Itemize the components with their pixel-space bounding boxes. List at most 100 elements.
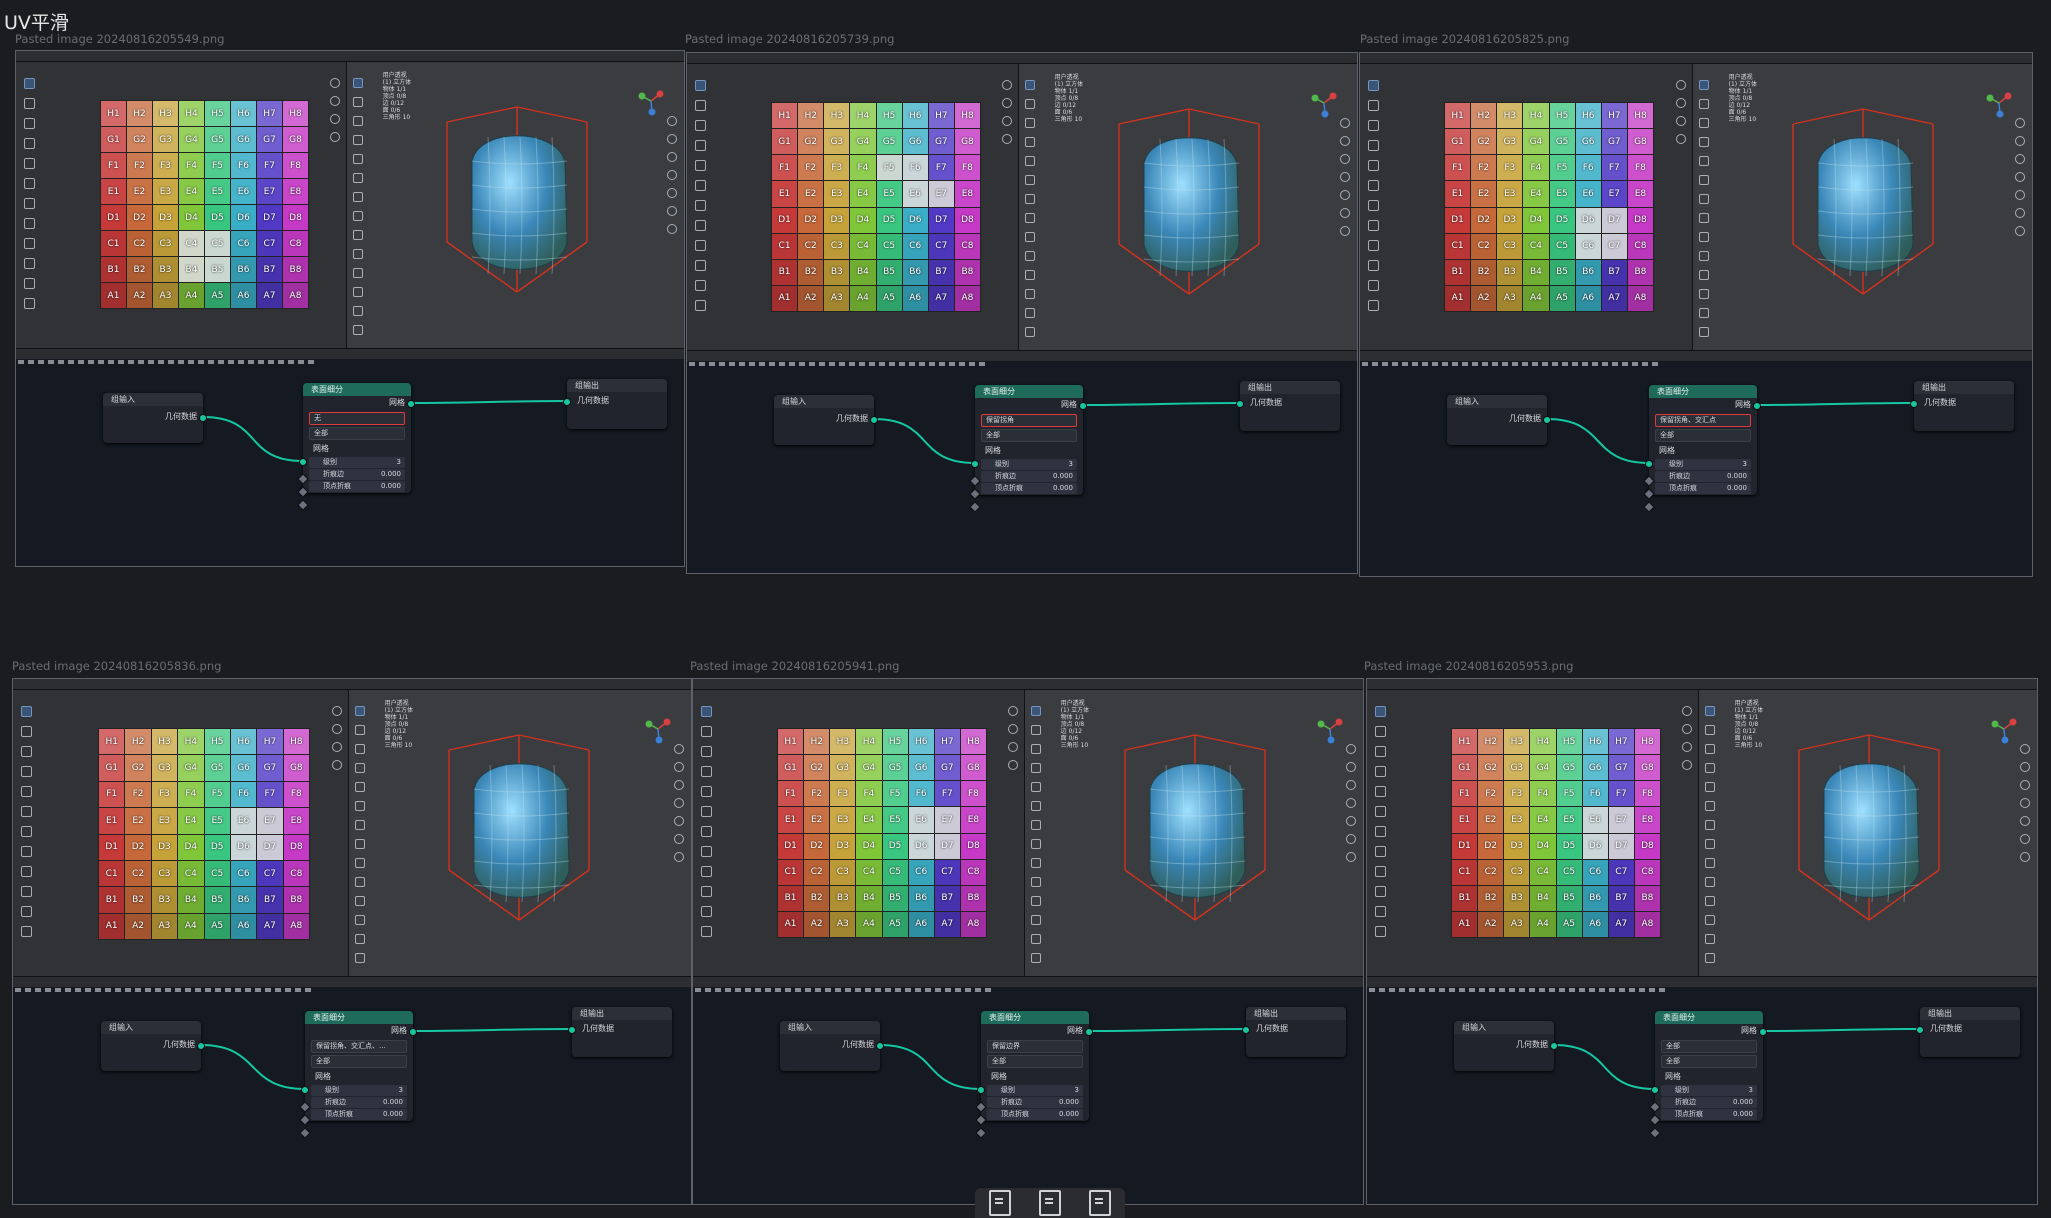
search-file-icon[interactable] xyxy=(1089,1190,1111,1216)
node-title: 组输出 xyxy=(567,379,667,392)
link-geometry-to-mesh xyxy=(879,1044,982,1090)
node-title: 表面细分 xyxy=(305,1011,413,1024)
geometry-socket[interactable] xyxy=(1242,1026,1250,1034)
group-output-node[interactable]: 组输出 几何数据 xyxy=(1242,1007,1346,1057)
mesh-input-socket[interactable] xyxy=(977,1086,985,1094)
vertex-value: 0.000 xyxy=(1058,1110,1079,1118)
mesh-output-socket[interactable] xyxy=(1753,402,1761,410)
group-input-node[interactable]: 组输入 几何数据 xyxy=(103,393,207,443)
geometry-socket[interactable] xyxy=(1910,400,1918,408)
mesh-output-socket[interactable] xyxy=(1079,402,1087,410)
subdivision-surface-node[interactable]: 表面细分 网格 保留拐角 全部 网格 级别 3 折痕边 0.000 顶点折痕 0.000 xyxy=(969,385,1087,513)
node-title: 组输出 xyxy=(1914,381,2014,394)
uv-smooth-dropdown[interactable]: 保留拐角、交汇点、... xyxy=(311,1040,407,1053)
subdivision-surface-node[interactable]: 表面细分 网格无全部 网格 级别 3 折痕边 0.000 顶点折痕 0.000 xyxy=(297,383,415,511)
boundary-smooth-dropdown[interactable]: 全部 xyxy=(1661,1055,1757,1068)
boundary-smooth-dropdown[interactable]: 全部 xyxy=(309,427,405,440)
vertex-field[interactable]: 顶点折痕 0.000 xyxy=(311,1109,407,1120)
vertex-value: 0.000 xyxy=(380,482,401,490)
level-field[interactable]: 级别 3 xyxy=(987,1085,1083,1096)
group-input-node[interactable]: 组输入 几何数据 xyxy=(1454,1021,1558,1071)
node-title: 表面细分 xyxy=(1649,385,1757,398)
vertex-label: 顶点折痕 xyxy=(1001,1110,1029,1118)
link-mesh-to-output xyxy=(412,1028,573,1032)
node-links xyxy=(1553,1028,1921,1090)
new-file-icon[interactable] xyxy=(989,1190,1011,1216)
geometry-socket[interactable] xyxy=(876,1042,884,1050)
node-title: 表面细分 xyxy=(303,383,411,396)
mesh-output-socket[interactable] xyxy=(1759,1028,1767,1036)
group-input-node[interactable]: 组输入 几何数据 xyxy=(780,1021,884,1071)
edge-field[interactable]: 折痕边 0.000 xyxy=(1661,1097,1757,1108)
mesh-input-socket[interactable] xyxy=(1651,1086,1659,1094)
geometry-socket[interactable] xyxy=(568,1026,576,1034)
blender-screenshot: H1 H2 H3 H4 H5 H6 H7 H8 G1 G2 G3 G4 G5 G6 G7 G8 F1 F2 F3 F4… xyxy=(15,50,685,567)
group-output-node[interactable]: 组输出 几何数据 xyxy=(1916,1007,2020,1057)
uv-smooth-dropdown[interactable]: 全部 xyxy=(1661,1040,1757,1053)
uv-smooth-dropdown[interactable]: 保留拐角 xyxy=(981,414,1077,427)
level-value: 3 xyxy=(396,458,401,466)
group-output-node[interactable]: 组输出 几何数据 xyxy=(568,1007,672,1057)
mesh-input-socket[interactable] xyxy=(1645,460,1653,468)
geometry-output-label: 几何数据 xyxy=(165,412,197,421)
edge-field[interactable]: 折痕边 0.000 xyxy=(1655,471,1751,482)
level-label: 级别 xyxy=(1675,1086,1689,1094)
edge-field[interactable]: 折痕边 0.000 xyxy=(311,1097,407,1108)
group-output-node[interactable]: 组输出 几何数据 xyxy=(1236,381,1340,431)
boundary-smooth-dropdown[interactable]: 全部 xyxy=(981,429,1077,442)
geometry-input-label: 几何数据 xyxy=(1930,1024,1962,1033)
page-title: UV平滑 xyxy=(4,12,69,34)
group-output-node[interactable]: 组输出 几何数据 xyxy=(1910,381,2014,431)
mesh-output-socket[interactable] xyxy=(1085,1028,1093,1036)
level-field[interactable]: 级别 3 xyxy=(981,459,1077,470)
vertex-field[interactable]: 顶点折痕 0.000 xyxy=(981,483,1077,494)
level-field[interactable]: 级别 3 xyxy=(1661,1085,1757,1096)
file-actions-bar xyxy=(975,1188,1125,1218)
group-output-node[interactable]: 组输出 几何数据 xyxy=(563,379,667,429)
vertex-field[interactable]: 顶点折痕 0.000 xyxy=(309,481,405,492)
level-field[interactable]: 级别 3 xyxy=(309,457,405,468)
geometry-socket[interactable] xyxy=(563,398,571,406)
vertex-field[interactable]: 顶点折痕 0.000 xyxy=(987,1109,1083,1120)
level-field[interactable]: 级别 3 xyxy=(311,1085,407,1096)
mesh-input-socket[interactable] xyxy=(971,460,979,468)
geometry-socket[interactable] xyxy=(1236,400,1244,408)
subdivision-surface-node[interactable]: 表面细分 网格 全部 全部 网格 级别 3 折痕边 0.000 顶点折痕 0.000 xyxy=(1649,1011,1767,1139)
edge-field[interactable]: 折痕边 0.000 xyxy=(309,469,405,480)
edge-field[interactable]: 折痕边 0.000 xyxy=(981,471,1077,482)
edge-value: 0.000 xyxy=(1732,1098,1753,1106)
document-icon[interactable] xyxy=(1039,1190,1061,1216)
subdivision-surface-node[interactable]: 表面细分 网格 保留拐角、交汇点、... 全部 网格 级别 3 折痕边 0.000 顶点折痕 0.0… xyxy=(299,1011,417,1139)
uv-smooth-dropdown[interactable]: 保留边界 xyxy=(987,1040,1083,1053)
mesh-output-label: 网格 xyxy=(1061,400,1077,409)
group-input-node[interactable]: 组输入 几何数据 xyxy=(774,395,878,445)
geometry-socket[interactable] xyxy=(870,416,878,424)
uv-smooth-dropdown[interactable]: 无 xyxy=(309,412,405,425)
image-caption: Pasted image 20240816205953.png xyxy=(1364,659,1574,673)
group-input-node[interactable]: 组输入 几何数据 xyxy=(101,1021,205,1071)
edge-value: 0.000 xyxy=(1726,472,1747,480)
edge-field[interactable]: 折痕边 0.000 xyxy=(987,1097,1083,1108)
geometry-socket[interactable] xyxy=(199,414,207,422)
mesh-output-socket[interactable] xyxy=(409,1028,417,1036)
boundary-smooth-dropdown[interactable]: 全部 xyxy=(311,1055,407,1068)
subdivision-surface-node[interactable]: 表面细分 网格 保留拐角、交汇点 全部 网格 级别 3 折痕边 0.000 顶点折痕 0.000 xyxy=(1643,385,1761,513)
mesh-input-socket[interactable] xyxy=(299,458,307,466)
group-input-node[interactable]: 组输入 几何数据 xyxy=(1447,395,1551,445)
mesh-input-label: 网格 xyxy=(991,1072,1007,1081)
mesh-output-socket[interactable] xyxy=(407,400,415,408)
vertex-field[interactable]: 顶点折痕 0.000 xyxy=(1661,1109,1757,1120)
vertex-field[interactable]: 顶点折痕 0.000 xyxy=(1655,483,1751,494)
subdivision-surface-node[interactable]: 表面细分 网格 保留边界 全部 网格 级别 3 折痕边 0.000 顶点折痕 0.000 xyxy=(975,1011,1093,1139)
geometry-socket[interactable] xyxy=(1550,1042,1558,1050)
level-field[interactable]: 级别 3 xyxy=(1655,459,1751,470)
geometry-input-label: 几何数据 xyxy=(582,1024,614,1033)
uv-smooth-dropdown[interactable]: 保留拐角、交汇点 xyxy=(1655,414,1751,427)
boundary-smooth-dropdown[interactable]: 全部 xyxy=(1655,429,1751,442)
geometry-socket[interactable] xyxy=(1916,1026,1924,1034)
geometry-socket[interactable] xyxy=(197,1042,205,1050)
node-title: 组输入 xyxy=(774,395,874,408)
geometry-socket[interactable] xyxy=(1543,416,1551,424)
mesh-input-socket[interactable] xyxy=(301,1086,309,1094)
boundary-smooth-dropdown[interactable]: 全部 xyxy=(987,1055,1083,1068)
